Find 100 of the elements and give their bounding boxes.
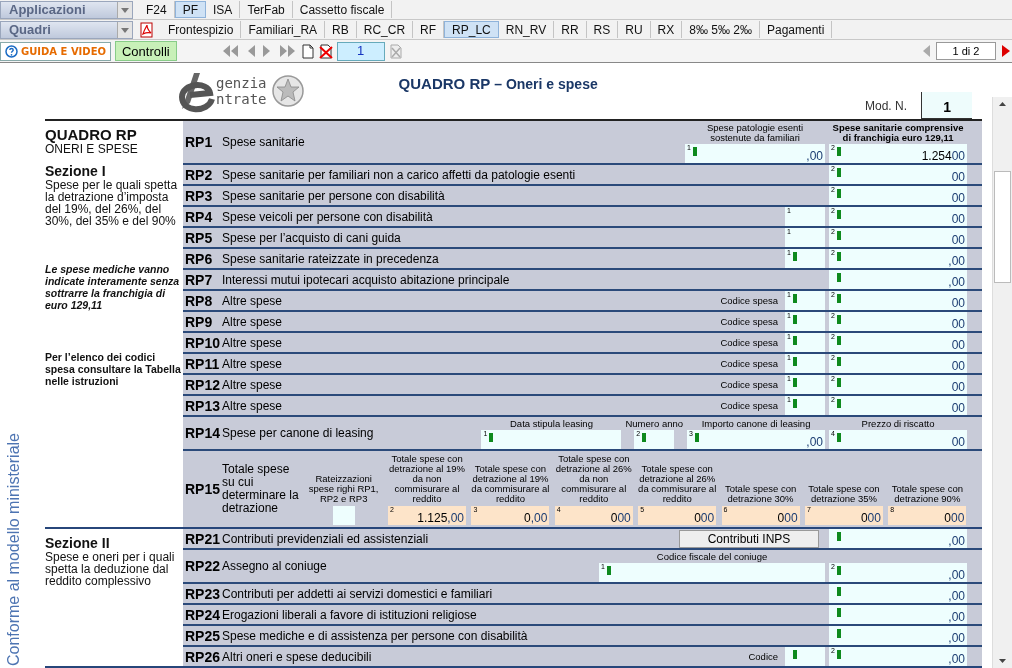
column-caption: Totale spese con detrazione al 19% da commisurare al reddito — [470, 464, 551, 506]
delete-page-icon[interactable] — [318, 43, 333, 59]
row-code: RP6 — [183, 250, 214, 267]
tab[interactable]: Pagamenti — [759, 21, 833, 38]
page-field[interactable]: 1 — [336, 41, 385, 61]
row-code: RP14 — [183, 425, 221, 441]
page-title: QUADRO RP — [398, 75, 491, 92]
row-label: Altre spese — [221, 335, 283, 350]
section-title: Sezione I — [44, 163, 107, 179]
tab[interactable]: F24 — [139, 1, 175, 18]
row-label: Totale spese su cui determinare la detrazione — [221, 463, 300, 515]
logo-text: genzia — [215, 75, 267, 91]
model-number-field[interactable]: 1 — [921, 92, 973, 119]
field-caption: Spese sanitarie comprensive di franchigia euro 129,11 — [831, 121, 965, 144]
row-code: RP10 — [183, 334, 221, 351]
row-code: RP9 — [183, 313, 214, 330]
tab[interactable]: Frontespizio — [161, 21, 242, 38]
row-code: RP13 — [183, 397, 221, 414]
scrollbar[interactable] — [992, 97, 1012, 668]
row-label: Altre spese — [221, 314, 283, 329]
row-code: RP26 — [183, 648, 221, 665]
input-field[interactable]: ,00 — [829, 270, 968, 289]
scroll-thumb[interactable] — [994, 171, 1011, 283]
emblem-icon — [270, 74, 305, 108]
tab[interactable]: ISA — [206, 1, 241, 18]
tab[interactable]: PF — [174, 1, 207, 18]
row-code: RP23 — [183, 585, 221, 602]
tab[interactable]: Cassetto fiscale — [292, 1, 393, 18]
tab[interactable]: RU — [618, 21, 651, 38]
code-label: Codice — [748, 651, 779, 662]
tab[interactable]: TerFab — [240, 1, 293, 18]
code-label: Codice spesa — [720, 295, 779, 306]
row-label: Assegno al coniuge — [221, 559, 328, 573]
contributions-button[interactable]: Contributi INPS — [679, 529, 820, 548]
row-label: Altri oneri e spese deducibili — [221, 649, 373, 664]
input-field[interactable]: ,00 — [829, 605, 968, 624]
tab[interactable]: RC_CR — [356, 21, 414, 38]
form-title: QUADRO RP — [44, 127, 138, 143]
code-label: Codice spesa — [720, 316, 779, 327]
help-icon — [5, 44, 18, 58]
row-label: Spese sanitarie per familiari non a carico affetti da patologie esenti — [221, 167, 577, 182]
row-label: Altre spese — [221, 356, 283, 371]
total-field[interactable] — [332, 506, 355, 525]
menu-dropdown[interactable]: Quadri — [0, 20, 133, 39]
next-icon[interactable] — [1000, 44, 1012, 58]
row-label: Altre spese — [221, 293, 283, 308]
field-caption: Numero anno — [625, 417, 684, 430]
code-label: Codice spesa — [720, 379, 779, 390]
tab[interactable]: RB — [325, 21, 357, 38]
field-caption: Codice fiscale del coniuge — [656, 550, 768, 563]
code-label: Codice spesa — [720, 337, 779, 348]
row-code: RP22 — [183, 558, 221, 574]
column-caption: Rateizzazioni spese righi RP1, RP2 e RP3 — [307, 474, 380, 506]
tab[interactable]: 8‰ 5‰ 2‰ — [682, 21, 760, 38]
note-text: Le spese mediche vanno indicate interamente senza sottrarre la franchigia di euro 129,11 — [44, 263, 181, 311]
row-label: Altre spese — [221, 398, 283, 413]
checks-button[interactable]: Controlli — [115, 41, 177, 61]
row-label: Contributi per addetti ai servizi domestici e familiari — [221, 586, 494, 601]
input-field[interactable] — [785, 647, 826, 666]
row-code: RP25 — [183, 627, 221, 644]
field-caption: Data stipula leasing — [510, 417, 593, 430]
row-label: Interessi mutui ipotecari acquisto abitazione principale — [221, 272, 511, 287]
column-caption: Totale spese con detrazione al 26% da non commisurare al reddito — [554, 454, 633, 506]
row-code: RP1 — [183, 134, 214, 150]
input-field[interactable]: ,00 — [829, 626, 968, 645]
row-label: Spese per canone di leasing — [221, 426, 375, 440]
new-page-icon[interactable] — [300, 43, 315, 59]
input-field[interactable]: ,00 — [829, 584, 968, 603]
page-settings-icon[interactable] — [388, 43, 403, 59]
code-label: Codice spesa — [720, 400, 779, 411]
row-label: Erogazioni liberali a favore di istituzioni religiose — [221, 607, 478, 622]
pdf-icon[interactable] — [139, 21, 155, 38]
row-code: RP5 — [183, 229, 214, 246]
row-code: RP15 — [183, 481, 221, 497]
logo-text: ntrate — [215, 91, 267, 107]
row-code: RP2 — [183, 166, 214, 183]
caret-icon — [117, 21, 132, 38]
form-subtitle: ONERI E SPESE — [44, 143, 139, 155]
menu-dropdown[interactable]: Applicazioni — [0, 0, 133, 19]
side-note: Conforme al modello ministeriale — [5, 433, 23, 666]
row-code: RP21 — [183, 530, 221, 547]
field-caption: Spese patologie esenti sostenute da familiari — [705, 121, 805, 144]
row-label: Contributi previdenziali ed assistenziali — [221, 531, 430, 546]
row-code: RP8 — [183, 292, 214, 309]
tab[interactable]: Familiari_RA — [241, 21, 326, 38]
tab[interactable]: RS — [586, 21, 619, 38]
caret-icon — [117, 1, 132, 18]
input-field[interactable]: ,00 — [829, 529, 968, 548]
tab[interactable]: RN_RV — [498, 21, 555, 38]
tab[interactable]: RR — [554, 21, 587, 38]
tab[interactable]: RP_LC — [444, 21, 499, 38]
code-label: Codice spesa — [720, 358, 779, 369]
row-code: RP12 — [183, 376, 221, 393]
row-label: Spese sanitarie per persone con disabilità — [221, 188, 446, 203]
row-label: Spese sanitarie rateizzate in precedenza — [221, 251, 440, 266]
hint-text: Per l’elenco dei codici spesa consultare la Tabella nelle istruzioni — [44, 351, 182, 387]
tab[interactable]: RX — [650, 21, 683, 38]
model-label: Mod. N. — [865, 99, 908, 113]
section-description: Spese e oneri per i quali spetta la deduzione dal reddito complessivo — [44, 551, 176, 587]
row-label: Spese mediche e di assistenza per persone con disabilità — [221, 628, 529, 643]
